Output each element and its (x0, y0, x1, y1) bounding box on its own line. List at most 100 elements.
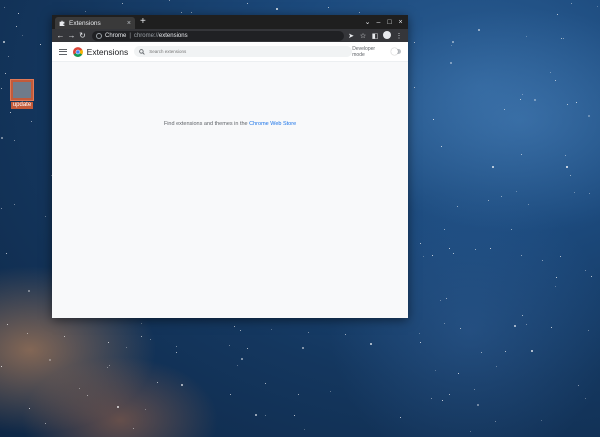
star (431, 398, 432, 399)
star (556, 277, 557, 278)
new-tab-button[interactable]: + (140, 16, 146, 28)
tab-close-icon[interactable]: × (127, 20, 131, 27)
chrome-logo-icon (72, 46, 83, 57)
star (597, 6, 598, 7)
back-arrow-icon[interactable]: ← (55, 29, 66, 42)
star (7, 324, 8, 325)
star (31, 121, 32, 122)
star (169, 0, 170, 1)
star (488, 200, 489, 201)
share-icon[interactable]: ➤ (345, 32, 357, 40)
reload-icon[interactable]: ↻ (77, 29, 88, 42)
puzzle-piece-icon (59, 20, 65, 26)
star (22, 35, 23, 36)
star (481, 352, 482, 353)
star (490, 248, 491, 249)
star (330, 391, 331, 392)
star (191, 12, 192, 13)
star (122, 3, 123, 4)
star (585, 270, 586, 271)
star (444, 229, 445, 230)
star (432, 255, 433, 256)
star (40, 44, 41, 45)
star (237, 365, 238, 366)
extensions-page: Extensions Developer mode Find extension… (52, 42, 408, 318)
desktop-icon-label: update (11, 102, 33, 109)
menu-icon[interactable] (59, 48, 67, 55)
chrome-web-store-link[interactable]: Chrome Web Store (249, 121, 296, 127)
star (414, 87, 415, 88)
site-info-icon[interactable] (96, 32, 102, 39)
empty-state-message: Find extensions and themes in the Chrome… (52, 121, 408, 127)
tab-extensions[interactable]: Extensions × (55, 17, 135, 29)
star (328, 7, 329, 8)
star (478, 29, 480, 31)
star (3, 41, 5, 43)
star (29, 408, 30, 409)
bookmark-star-icon[interactable]: ☆ (357, 32, 369, 40)
tab-title: Extensions (69, 19, 101, 27)
browser-window: Extensions × + ⌄ – □ × ← → ↻ Chrome | ch… (52, 15, 408, 318)
empty-state-text: Find extensions and themes in the (163, 121, 248, 127)
star (526, 324, 527, 325)
address-separator: | (129, 32, 131, 39)
star (1, 208, 2, 209)
star (477, 404, 479, 406)
star (440, 300, 441, 301)
title-bar[interactable]: Extensions × + ⌄ – □ × (52, 15, 408, 29)
star (345, 334, 346, 335)
profile-avatar-icon[interactable] (381, 30, 393, 41)
star (492, 166, 494, 168)
star (444, 323, 445, 324)
star (495, 421, 496, 422)
star (45, 216, 46, 217)
page-title: Extensions (86, 46, 129, 57)
forward-arrow-icon[interactable]: → (66, 29, 77, 42)
side-panel-icon[interactable]: ◧ (369, 32, 381, 40)
star (588, 330, 589, 331)
star (181, 384, 183, 386)
star (370, 343, 372, 345)
desktop-file-icon[interactable]: update (9, 79, 35, 113)
minimize-button[interactable]: – (373, 19, 384, 26)
star (145, 409, 146, 410)
star (542, 260, 543, 261)
star (16, 26, 17, 27)
star (560, 256, 561, 257)
star (446, 298, 447, 299)
star (567, 104, 568, 105)
more-menu-icon[interactable]: ⋮ (393, 32, 405, 40)
star (470, 431, 471, 432)
star (117, 406, 119, 408)
maximize-button[interactable]: □ (384, 19, 395, 26)
star (241, 358, 243, 360)
address-bar[interactable]: Chrome | chrome://extensions (92, 30, 344, 41)
star (141, 323, 142, 324)
star (133, 428, 134, 429)
search-icon (139, 48, 145, 55)
star (150, 339, 151, 340)
star (5, 73, 6, 74)
star (27, 333, 28, 334)
star (589, 193, 590, 194)
page-header: Extensions Developer mode (52, 42, 408, 62)
close-window-button[interactable]: × (395, 19, 406, 26)
star (108, 342, 109, 343)
search-box[interactable] (134, 46, 353, 57)
star (28, 290, 30, 292)
star (64, 336, 65, 337)
developer-mode-toggle[interactable] (391, 48, 401, 55)
star (522, 94, 523, 95)
star (1, 137, 3, 139)
star (49, 359, 51, 361)
search-input[interactable] (149, 49, 300, 54)
star (514, 325, 516, 327)
tab-search-icon[interactable]: ⌄ (362, 18, 373, 26)
star (474, 389, 475, 390)
star (565, 155, 566, 156)
star (458, 373, 459, 374)
star (452, 41, 454, 43)
star (6, 253, 7, 254)
star (419, 333, 420, 334)
file-thumbnail-icon (10, 79, 34, 101)
